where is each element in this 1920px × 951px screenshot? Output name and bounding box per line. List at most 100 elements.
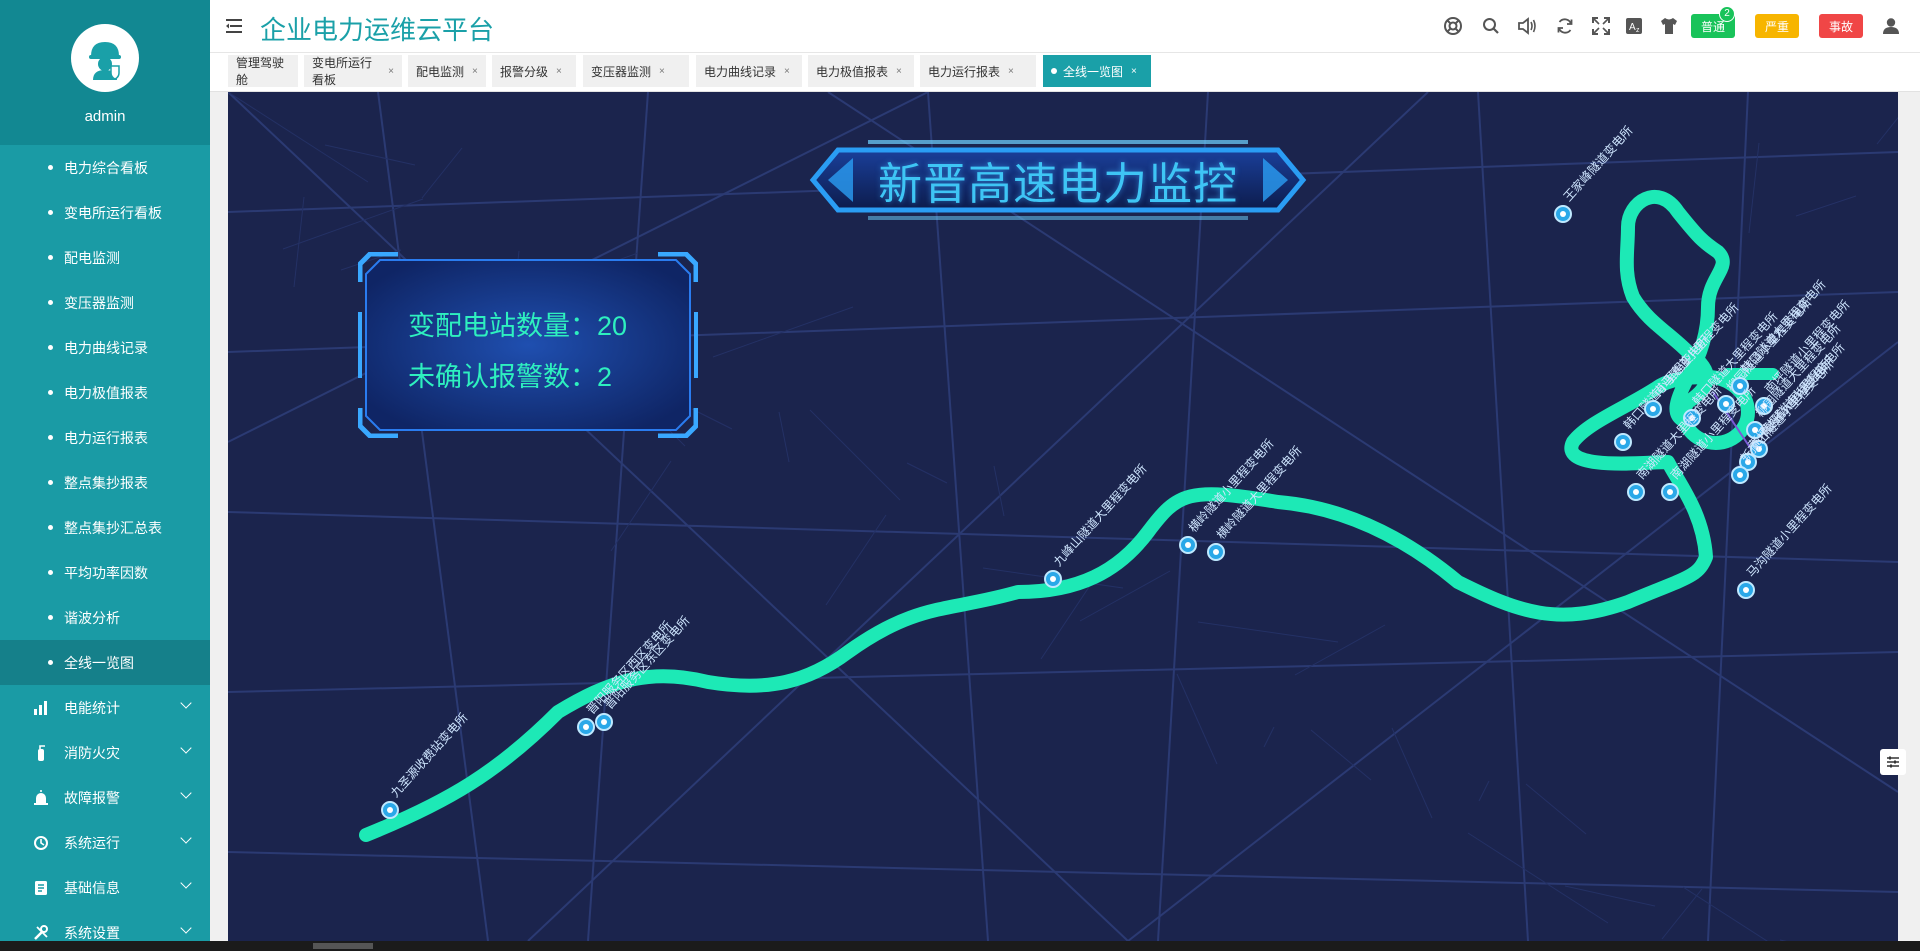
minor-street-line <box>1564 885 1656 907</box>
horizontal-scrollbar[interactable] <box>0 941 1920 951</box>
sidebar-group-label: 系统设置 <box>64 924 120 941</box>
sidebar-subitem[interactable]: 电力曲线记录 <box>0 325 210 370</box>
sidebar-subitem[interactable]: 配电监测 <box>0 235 210 280</box>
tab-close-icon[interactable]: × <box>556 66 562 77</box>
minor-street-line <box>691 408 733 430</box>
sidebar-subitem-label: 电力曲线记录 <box>64 339 148 356</box>
refresh-icon[interactable] <box>1554 15 1576 37</box>
fullscreen-icon[interactable] <box>1590 15 1612 37</box>
station-marker[interactable]: 王家峰隧道变电所 <box>1554 123 1635 223</box>
street-line <box>228 651 1898 693</box>
tab[interactable]: 电力曲线记录 × <box>696 55 802 87</box>
street-line <box>1477 92 1529 941</box>
station-label: 晋阳服务区西区变电所 <box>583 618 674 717</box>
minor-street-line <box>1795 195 1857 217</box>
alarm-normal-count: 2 <box>1719 6 1735 22</box>
tab-close-icon[interactable]: × <box>784 66 790 77</box>
sidebar-subitem[interactable]: 变压器监测 <box>0 280 210 325</box>
pin-center <box>1050 576 1056 582</box>
tab[interactable]: 电力运行报表 × <box>920 55 1036 87</box>
sidebar-subitem[interactable]: 变电所运行看板 <box>0 190 210 235</box>
sidebar-subitem[interactable]: 全线一览图 <box>0 640 210 685</box>
sidebar-group[interactable]: 故障报警 <box>0 775 210 820</box>
search-icon[interactable] <box>1480 15 1502 37</box>
minor-street-line <box>1197 621 1339 643</box>
worker-helmet-icon <box>89 42 121 80</box>
minor-street-line <box>1478 780 1490 802</box>
sidebar-group[interactable]: 电能统计 <box>0 685 210 730</box>
sidebar-group[interactable]: 基础信息 <box>0 865 210 910</box>
minor-street-line <box>906 462 948 484</box>
header: 企业电力运维云平台 Az 普通 2 严重 事故 <box>210 0 1920 53</box>
tab-close-icon[interactable]: × <box>388 66 394 77</box>
theme-shirt-icon[interactable] <box>1658 15 1680 37</box>
sidebar-subitem-label: 谐波分析 <box>64 609 120 626</box>
sliders-icon <box>1887 756 1899 768</box>
pin-center <box>387 807 393 813</box>
sidebar-group-label: 系统运行 <box>64 834 120 851</box>
chevron-down-icon <box>180 832 192 844</box>
pin-center <box>1737 383 1743 389</box>
sidebar-subitem[interactable]: 平均功率因数 <box>0 550 210 595</box>
alarm-normal-button[interactable]: 普通 2 <box>1691 6 1735 38</box>
minor-street-line <box>712 306 854 358</box>
minor-street-line <box>1682 886 1768 941</box>
help-lifebuoy-icon[interactable] <box>1442 15 1464 37</box>
tab[interactable]: 变压器监测 × <box>583 55 689 87</box>
sidebar-groups: 电能统计消防火灾故障报警系统运行基础信息系统设置 <box>0 685 210 951</box>
station-label: 马沟隧道小里程变电所 <box>1743 481 1834 580</box>
user-profile: admin <box>0 0 210 145</box>
alarm-count-value: 2 <box>597 362 613 392</box>
tab-close-icon[interactable]: × <box>896 66 902 77</box>
tab-close-icon[interactable]: × <box>1131 66 1137 77</box>
street-line <box>587 92 649 941</box>
tab-close-icon[interactable]: × <box>659 66 665 77</box>
user-icon[interactable] <box>1880 15 1902 37</box>
tab[interactable]: 电力极值报表 × <box>808 55 914 87</box>
sidebar-subitem-label: 整点集抄汇总表 <box>64 519 162 536</box>
minor-street-line <box>282 198 424 250</box>
tab-label: 全线一览图 <box>1063 64 1124 79</box>
tab[interactable]: 配电监测 × <box>408 55 486 87</box>
settings-sliders-button[interactable] <box>1880 749 1906 775</box>
sidebar-group[interactable]: 消防火灾 <box>0 730 210 775</box>
scrollbar-thumb[interactable] <box>313 943 373 949</box>
tab-close-icon[interactable]: × <box>1008 66 1014 77</box>
tab[interactable]: 变电所运行看板 × <box>304 55 402 87</box>
tab-close-icon[interactable]: × <box>472 66 478 77</box>
menu-toggle-icon[interactable] <box>226 18 244 34</box>
chevron-down-icon <box>180 877 192 889</box>
svg-text:z: z <box>1636 27 1640 34</box>
sidebar-subitem[interactable]: 整点集抄汇总表 <box>0 505 210 550</box>
alarm-count-label: 未确认报警数： <box>408 362 597 392</box>
speaker-icon[interactable] <box>1516 15 1538 37</box>
translate-icon[interactable]: Az <box>1624 15 1646 37</box>
sidebar-subitem[interactable]: 整点集抄报表 <box>0 460 210 505</box>
sidebar-subitem[interactable]: 电力极值报表 <box>0 370 210 415</box>
sidebar-subitem[interactable]: 谐波分析 <box>0 595 210 640</box>
alarm-serious-label: 严重 <box>1765 19 1790 34</box>
sidebar-subitem[interactable]: 电力运行报表 <box>0 415 210 460</box>
tools-icon <box>32 924 50 942</box>
chevron-down-icon <box>180 742 192 754</box>
avatar[interactable] <box>71 24 139 92</box>
sidebar-subitem-label: 电力运行报表 <box>64 429 148 446</box>
pin-center <box>1633 489 1639 495</box>
title-banner: 新晋高速电力监控 <box>808 140 1308 220</box>
tab-label: 电力运行报表 <box>928 64 1001 79</box>
tab[interactable]: 管理驾驶舱 <box>228 55 298 87</box>
sidebar-subitem[interactable]: 电力综合看板 <box>0 145 210 190</box>
minor-street-line <box>1391 727 1433 819</box>
sidebar-group[interactable]: 系统运行 <box>0 820 210 865</box>
tab-label: 配电监测 <box>416 64 465 79</box>
station-count-label: 变配电站数量： <box>408 311 597 341</box>
sidebar-group-label: 消防火灾 <box>64 744 120 761</box>
tab[interactable]: 全线一览图 × <box>1043 55 1151 87</box>
minor-street-line <box>1176 673 1218 765</box>
alarm-serious-button[interactable]: 严重 <box>1755 14 1799 38</box>
tab-label: 变电所运行看板 <box>312 56 373 87</box>
tab[interactable]: 报警分级 × <box>492 55 576 87</box>
alarm-accident-button[interactable]: 事故 <box>1819 14 1863 38</box>
station-marker[interactable]: 马沟隧道小里程变电所 <box>1737 481 1835 599</box>
sidebar-subitem-label: 整点集抄报表 <box>64 474 148 491</box>
